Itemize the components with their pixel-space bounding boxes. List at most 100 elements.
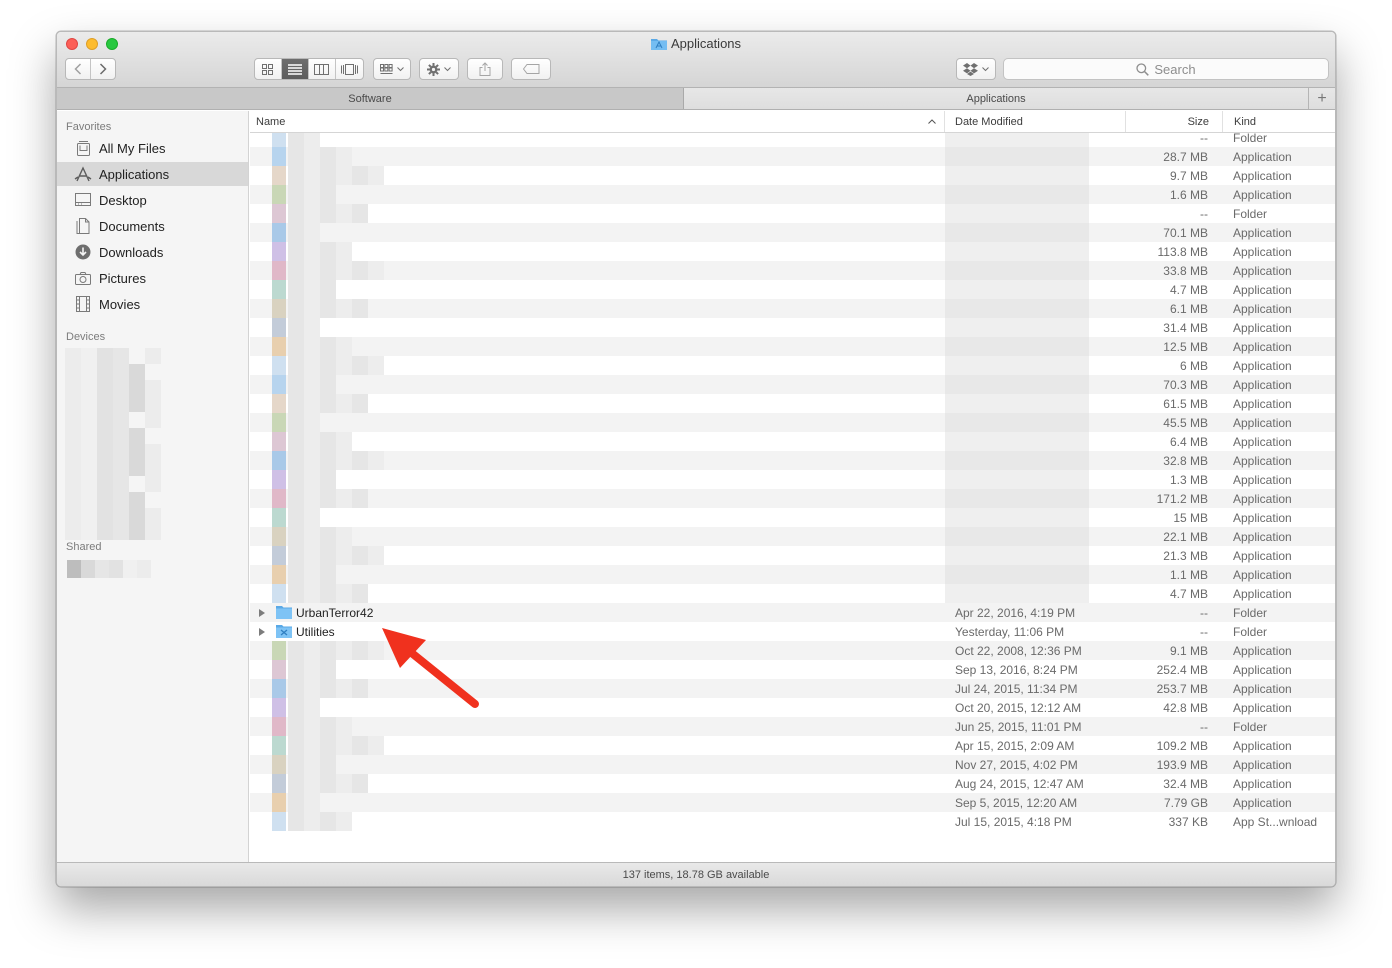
redacted-block (145, 444, 161, 460)
disclosure-triangle-icon[interactable] (259, 628, 265, 636)
sidebar-section-favorites: Favorites (66, 121, 112, 133)
redacted-name-block (304, 394, 320, 413)
table-row[interactable]: Apr 15, 2015, 2:09 AM 109.2 MB Application (250, 736, 1335, 755)
column-header-size[interactable]: Size (1125, 111, 1222, 132)
table-row[interactable]: 70.1 MB Application (250, 223, 1335, 242)
date-modified: Yesterday, 11:06 PM (955, 625, 1065, 639)
file-kind: Application (1233, 188, 1292, 202)
redacted-name-block (336, 527, 352, 546)
table-row[interactable]: 45.5 MB Application (250, 413, 1335, 432)
redacted-name-block (288, 223, 304, 242)
redacted-name-block (288, 413, 304, 432)
file-kind: Application (1233, 568, 1292, 582)
redacted-name-block (336, 432, 352, 451)
share-button[interactable] (467, 58, 503, 80)
table-row[interactable]: 31.4 MB Application (250, 318, 1335, 337)
table-row[interactable]: 32.8 MB Application (250, 451, 1335, 470)
table-row[interactable]: 6 MB Application (250, 356, 1335, 375)
column-header-name[interactable]: Name (250, 111, 944, 132)
table-row[interactable]: Jun 25, 2015, 11:01 PM -- Folder (250, 717, 1335, 736)
redacted-block (145, 460, 161, 476)
table-row[interactable]: 4.7 MB Application (250, 584, 1335, 603)
sidebar-item-applications[interactable]: Applications (57, 162, 248, 186)
table-row[interactable]: Jul 15, 2015, 4:18 PM 337 KB App St...wnlo… (250, 812, 1335, 831)
file-size: 33.8 MB (1163, 264, 1208, 278)
table-row[interactable]: 6.1 MB Application (250, 299, 1335, 318)
arrange-button[interactable] (373, 58, 411, 80)
redacted-name-block (320, 356, 336, 375)
table-row[interactable]: 22.1 MB Application (250, 527, 1335, 546)
column-header-date[interactable]: Date Modified (944, 111, 1125, 132)
tab-label: Applications (966, 92, 1026, 105)
tab-applications[interactable]: Applications (684, 88, 1309, 109)
redacted-name-block (288, 584, 304, 603)
sidebar-item-label: Applications (99, 166, 170, 182)
redacted-name-block (368, 356, 384, 375)
file-kind: Application (1233, 226, 1292, 240)
table-row[interactable]: 15 MB Application (250, 508, 1335, 527)
search-field[interactable]: Search (1003, 58, 1329, 80)
file-kind: Folder (1233, 131, 1268, 145)
table-row[interactable]: 6.4 MB Application (250, 432, 1335, 451)
sidebar-item-pictures[interactable]: Pictures (57, 266, 248, 290)
back-button[interactable] (66, 59, 91, 79)
redacted-name-block (320, 717, 336, 736)
redacted-name-block (336, 299, 352, 318)
table-row[interactable]: 1.6 MB Application (250, 185, 1335, 204)
redacted-name-block (288, 774, 304, 793)
redacted-name-block (288, 717, 304, 736)
table-row[interactable]: 33.8 MB Application (250, 261, 1335, 280)
redacted-name-block (288, 755, 304, 774)
table-row[interactable]: 113.8 MB Application (250, 242, 1335, 261)
disclosure-triangle-icon[interactable] (259, 609, 265, 617)
table-row[interactable]: -- Folder (250, 204, 1335, 223)
redacted-block (97, 396, 113, 412)
sidebar-item-all-my-files[interactable]: All My Files (57, 136, 248, 160)
table-row[interactable]: 1.3 MB Application (250, 470, 1335, 489)
cover-flow-button[interactable] (336, 59, 363, 79)
redacted-block (65, 460, 81, 476)
dropbox-button[interactable] (956, 58, 996, 80)
tab-software[interactable]: Software (57, 88, 685, 109)
table-row[interactable]: 1.1 MB Application (250, 565, 1335, 584)
sidebar-item-documents[interactable]: Documents (57, 214, 248, 238)
file-kind: Application (1233, 169, 1292, 183)
table-row[interactable]: Aug 24, 2015, 12:47 AM 32.4 MB Application (250, 774, 1335, 793)
redacted-block (81, 412, 97, 428)
action-menu-button[interactable] (419, 58, 459, 80)
list-view-button[interactable] (281, 59, 310, 79)
redacted-name-block (272, 280, 286, 299)
redacted-date-block (945, 204, 1089, 223)
redacted-name-block (304, 470, 320, 489)
file-kind: Application (1233, 739, 1292, 753)
table-row[interactable]: Sep 5, 2015, 12:20 AM 7.79 GB Application (250, 793, 1335, 812)
redacted-name-block (272, 223, 286, 242)
redacted-name-block (320, 185, 336, 204)
sidebar-item-downloads[interactable]: Downloads (57, 240, 248, 264)
file-size: 61.5 MB (1163, 397, 1208, 411)
forward-button[interactable] (91, 59, 115, 79)
sidebar-item-label: Desktop (99, 192, 147, 208)
redacted-name-block (336, 166, 352, 185)
table-row[interactable]: Nov 27, 2015, 4:02 PM 193.9 MB Application (250, 755, 1335, 774)
table-row[interactable]: 9.7 MB Application (250, 166, 1335, 185)
tags-button[interactable] (511, 58, 551, 80)
table-row[interactable]: 70.3 MB Application (250, 375, 1335, 394)
date-modified: Jul 15, 2015, 4:18 PM (955, 815, 1072, 829)
column-header-kind[interactable]: Kind (1222, 111, 1335, 132)
table-row[interactable]: 21.3 MB Application (250, 546, 1335, 565)
sidebar-item-movies[interactable]: Movies (57, 292, 248, 316)
new-tab-button[interactable]: + (1308, 88, 1335, 109)
column-header-label: Size (1187, 115, 1209, 128)
table-row[interactable]: 28.7 MB Application (250, 147, 1335, 166)
column-view-button[interactable] (309, 59, 336, 79)
table-row[interactable]: 4.7 MB Application (250, 280, 1335, 299)
redacted-block (81, 364, 97, 380)
table-row[interactable]: 61.5 MB Application (250, 394, 1335, 413)
file-kind: Application (1233, 777, 1292, 791)
table-row[interactable]: 171.2 MB Application (250, 489, 1335, 508)
table-row[interactable]: 12.5 MB Application (250, 337, 1335, 356)
sidebar-item-desktop[interactable]: Desktop (57, 188, 248, 212)
icon-view-button[interactable] (255, 59, 282, 79)
movies-icon (74, 295, 92, 313)
